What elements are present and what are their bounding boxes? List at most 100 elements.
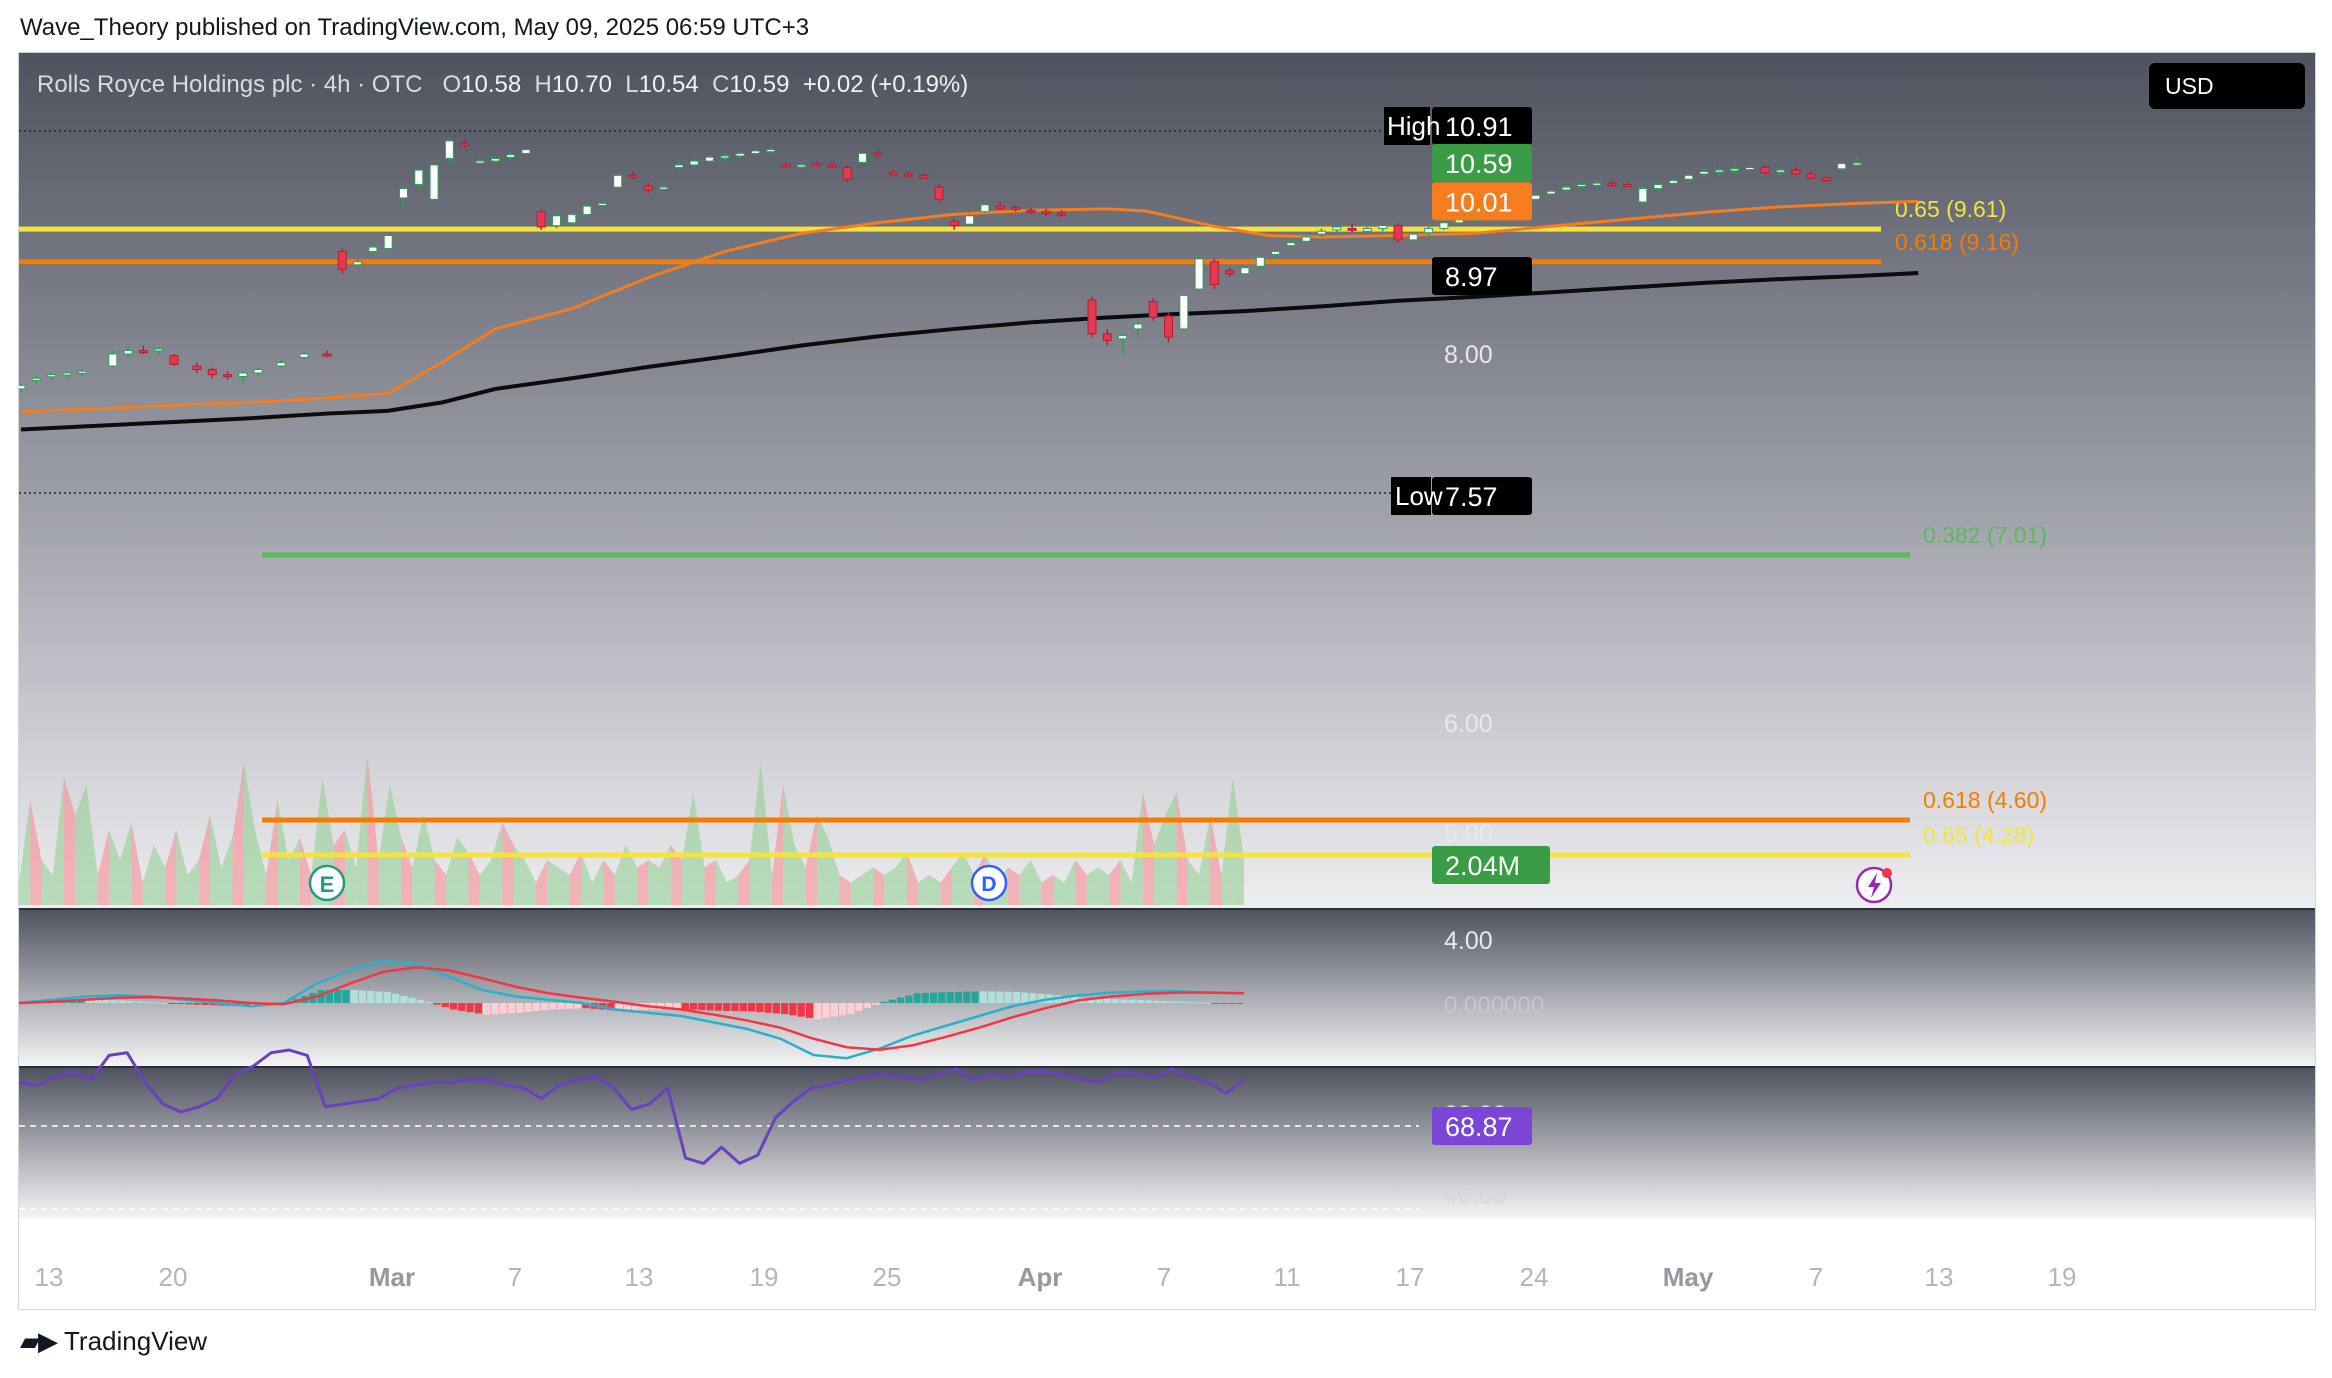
macd-histogram-bar [921,992,929,1003]
candle-body [1821,177,1831,182]
macd-histogram-bar [334,990,342,1003]
macd-histogram-bar [780,1003,789,1015]
price-tag-value: 8.97 [1445,262,1498,292]
macd-histogram-bar [822,1003,830,1018]
candle-body [1546,190,1556,195]
candle-body [1607,182,1617,186]
volume-tag-value: 2.04M [1445,851,1520,881]
candle-body [750,150,760,154]
candle-body [659,186,669,190]
tradingview-footer[interactable]: ▰▶ TradingView [20,1326,207,1357]
macd-histogram-bar [185,1003,193,1005]
candle-body [383,235,393,250]
candle-body [368,246,378,252]
macd-histogram-bar [565,1003,574,1009]
macd-histogram-bar [358,990,367,1003]
macd-histogram-bar [1170,1001,1178,1003]
dividend-marker[interactable]: D [970,864,1008,902]
macd-histogram-bar [474,1003,483,1014]
time-axis-label: 11 [1274,1262,1301,1292]
macd-axis-label: 0.000000 [1444,992,1544,1019]
lightning-icon[interactable] [1855,866,1893,904]
macd-histogram-bar [433,1003,441,1005]
time-axis-label: 13 [35,1262,64,1292]
macd-histogram-bar [963,991,971,1003]
macd-histogram-bar [532,1003,540,1012]
candle-body [812,163,822,167]
volume-mark [637,860,649,905]
candle-body [674,164,684,169]
price-tag-value: 10.91 [1445,112,1513,142]
macd-histogram-bar [201,1003,209,1005]
macd-histogram-bar [375,991,383,1003]
candle-body [154,348,164,352]
candle-body [399,188,408,199]
low-label: Low [1395,481,1443,511]
chart-canvas[interactable]: 0.65 (9.61) 0.618 (9.16) 0.382 (7.01) 0.618… [19,53,2315,1309]
candle-body [238,372,248,378]
price-tag-value: 10.01 [1445,187,1513,217]
candle-body [613,174,623,188]
macd-histogram-bar [516,1003,524,1013]
candle-body [1041,211,1051,215]
macd-histogram-bar [400,995,408,1003]
candle-body [949,220,959,227]
candle-body [1011,207,1020,211]
time-axis-label: 20 [159,1262,188,1292]
macd-histogram-bar [913,993,921,1003]
candle-body [1577,184,1587,188]
ohlc-l-label: L [625,71,639,98]
candle-body [628,174,638,178]
candle-body [207,368,217,376]
macd-histogram-bar [425,1002,433,1004]
time-axis-label: 7 [508,1262,522,1292]
candle-body [1454,219,1464,224]
macd-histogram-bar [416,999,425,1003]
fib-label: 0.65 (4.28) [1923,822,2034,848]
macd-histogram-bar [524,1003,532,1012]
candle-body [1408,233,1418,241]
macd-histogram-bar [160,1002,168,1004]
macd-histogram-bar [1004,991,1012,1003]
macd-histogram-bar [1112,999,1120,1003]
tradingview-logo-icon: ▰▶ [20,1326,58,1356]
macd-histogram-bar [938,992,946,1003]
macd-histogram-bar [466,1003,474,1013]
macd-histogram-bar [814,1003,822,1020]
candle-body [1179,294,1189,330]
candle-body [47,374,57,378]
candle-body [169,355,179,365]
candle-body [903,173,913,177]
macd-histogram-bar [350,990,358,1003]
candle-body [1837,163,1847,170]
macd-histogram-bar [1103,998,1112,1003]
ohlc-high: 10.70 [551,71,612,98]
candle-body [1240,267,1250,275]
chart-area[interactable]: 0.65 (9.61) 0.618 (9.16) 0.382 (7.01) 0.618… [18,52,2316,1310]
publisher-line: Wave_Theory published on TradingView.com… [20,14,810,41]
symbol-name: Rolls Royce Holdings plc · 4h · OTC [37,71,423,98]
macd-histogram-bar [449,1003,458,1010]
ohlc-o-label: O [442,71,462,98]
macd-histogram-bar [764,1003,772,1013]
time-axis-label: Apr [1018,1262,1063,1292]
macd-histogram-bar [1153,1000,1161,1003]
currency-button[interactable]: USD [2149,63,2305,109]
candle-body [276,362,286,367]
macd-histogram-bar [499,1003,507,1014]
macd-histogram-bar [367,990,375,1003]
footer-brand: TradingView [64,1326,208,1356]
candle-body [192,365,202,370]
time-axis-label: 7 [1157,1262,1171,1292]
macd-histogram-bar [135,1001,143,1003]
candle-body [460,142,470,146]
candle-body [1730,168,1740,172]
earnings-marker[interactable]: E [308,864,346,902]
price-axis-label: 6.00 [1444,710,1493,738]
candle-body [1286,242,1296,247]
candle-body [1531,194,1541,200]
candle-body [689,160,699,166]
macd-histogram-bar [739,1003,747,1012]
macd-histogram-bar [872,1003,880,1005]
macd-histogram-bar [731,1003,739,1012]
